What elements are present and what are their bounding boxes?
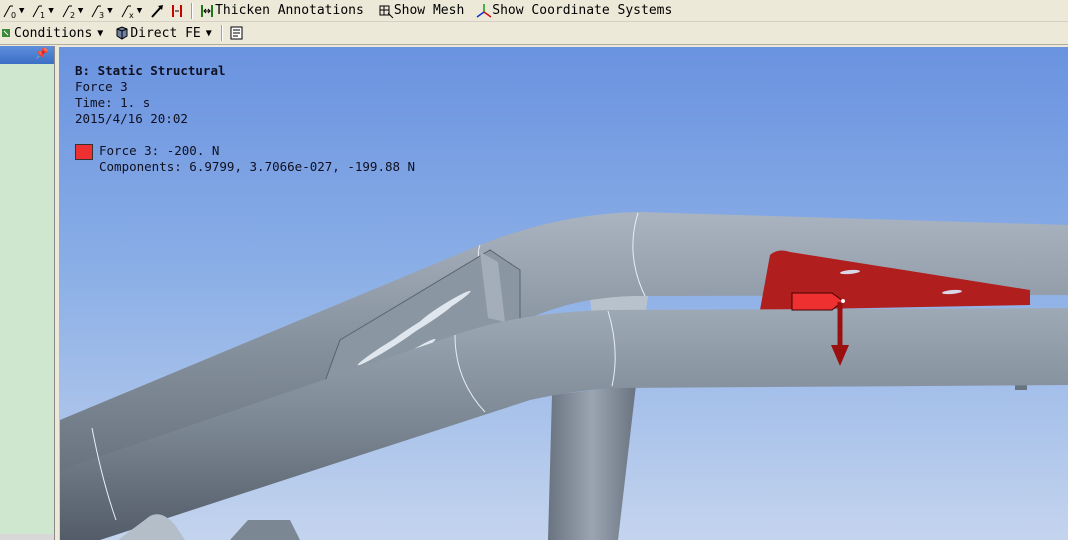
show-mesh-label: Show Mesh (393, 3, 465, 18)
panel-header: 📌 (0, 46, 54, 64)
chevron-down-icon: ▼ (97, 27, 104, 39)
force-label-marker (791, 292, 844, 311)
edge-scale-3-icon: 3 (91, 5, 104, 19)
toolbar-separator (220, 25, 223, 41)
show-mesh-button[interactable]: Show Mesh (376, 0, 466, 21)
annotation-toolbar: 0 ▼ 1 ▼ 2 ▼ 3 ▼ x ▼ Thicken Annotations … (0, 0, 1068, 22)
pin-icon[interactable]: 📌 (35, 47, 49, 60)
svg-text:0: 0 (11, 11, 16, 19)
legend-label: Force 3: -200. N (99, 143, 220, 158)
thicken-annotations-label: Thicken Annotations (215, 3, 364, 18)
components-label: Components: 6.9799, 3.7066e-027, -199.88… (99, 159, 416, 174)
edge-display-1-button[interactable]: 1 ▼ (29, 0, 58, 21)
mesh-icon (379, 5, 394, 18)
direct-fe-icon (116, 26, 128, 40)
time-label: Time: 1. s (75, 95, 151, 110)
label-bar-icon (172, 4, 183, 17)
chevron-down-icon: ▼ (107, 5, 113, 16)
worksheet-icon (230, 26, 243, 40)
svg-text:x: x (129, 11, 134, 19)
graphics-viewport[interactable]: B: Static Structural Force 3 Time: 1. s … (59, 47, 1068, 540)
edge-display-x-button[interactable]: x ▼ (118, 0, 147, 21)
show-coordinate-systems-button[interactable]: Show Coordinate Systems (474, 0, 674, 21)
conditions-menu[interactable]: Conditions ▼ (0, 22, 108, 44)
lower-fragment (230, 520, 300, 540)
chevron-down-icon: ▼ (19, 5, 25, 16)
edge-scale-1-icon: 1 (32, 5, 46, 19)
label-button[interactable] (167, 0, 187, 21)
show-coordinate-systems-label: Show Coordinate Systems (492, 3, 673, 18)
worksheet-button[interactable] (227, 22, 247, 44)
svg-text:2: 2 (70, 11, 75, 19)
outline-panel: 📌 (0, 46, 55, 540)
object-name: Force 3 (75, 79, 128, 94)
conditions-icon (2, 29, 10, 37)
annotation-block: B: Static Structural Force 3 Time: 1. s … (75, 63, 415, 175)
edge-display-3-button[interactable]: 3 ▼ (88, 0, 117, 21)
coordinate-axes-icon (476, 3, 492, 18)
context-toolbar: Conditions ▼ Direct FE ▼ (0, 22, 1068, 45)
legend-entry: Force 3: -200. N Components: 6.9799, 3.7… (75, 143, 415, 175)
thicken-icon (201, 4, 214, 17)
analysis-title: B: Static Structural (75, 63, 226, 78)
edge-scale-0-icon: 0 (3, 5, 16, 19)
panel-scrollbar[interactable] (0, 534, 54, 540)
legend-swatch (75, 144, 93, 160)
toolbar-separator (191, 2, 194, 19)
thicken-annotations-button[interactable]: Thicken Annotations (197, 0, 366, 21)
edge-scale-2-icon: 2 (62, 5, 75, 19)
direct-fe-menu[interactable]: Direct FE ▼ (112, 22, 216, 44)
force-origin (841, 299, 845, 303)
svg-text:3: 3 (99, 11, 104, 19)
chevron-down-icon: ▼ (136, 5, 143, 16)
direct-fe-label: Direct FE (130, 25, 201, 41)
edge-scale-x-icon: x (121, 5, 134, 19)
chevron-down-icon: ▼ (205, 27, 212, 39)
edge-display-2-button[interactable]: 2 ▼ (59, 0, 88, 21)
probe-arrow-icon (151, 4, 164, 18)
chevron-down-icon: ▼ (77, 5, 84, 16)
vertical-tube (548, 385, 636, 540)
conditions-label: Conditions (14, 25, 93, 41)
probe-button[interactable] (147, 0, 167, 21)
chevron-down-icon: ▼ (48, 5, 54, 16)
date-label: 2015/4/16 20:02 (75, 111, 188, 126)
edge-display-0-button[interactable]: 0 ▼ (0, 0, 29, 21)
svg-text:1: 1 (40, 11, 45, 19)
